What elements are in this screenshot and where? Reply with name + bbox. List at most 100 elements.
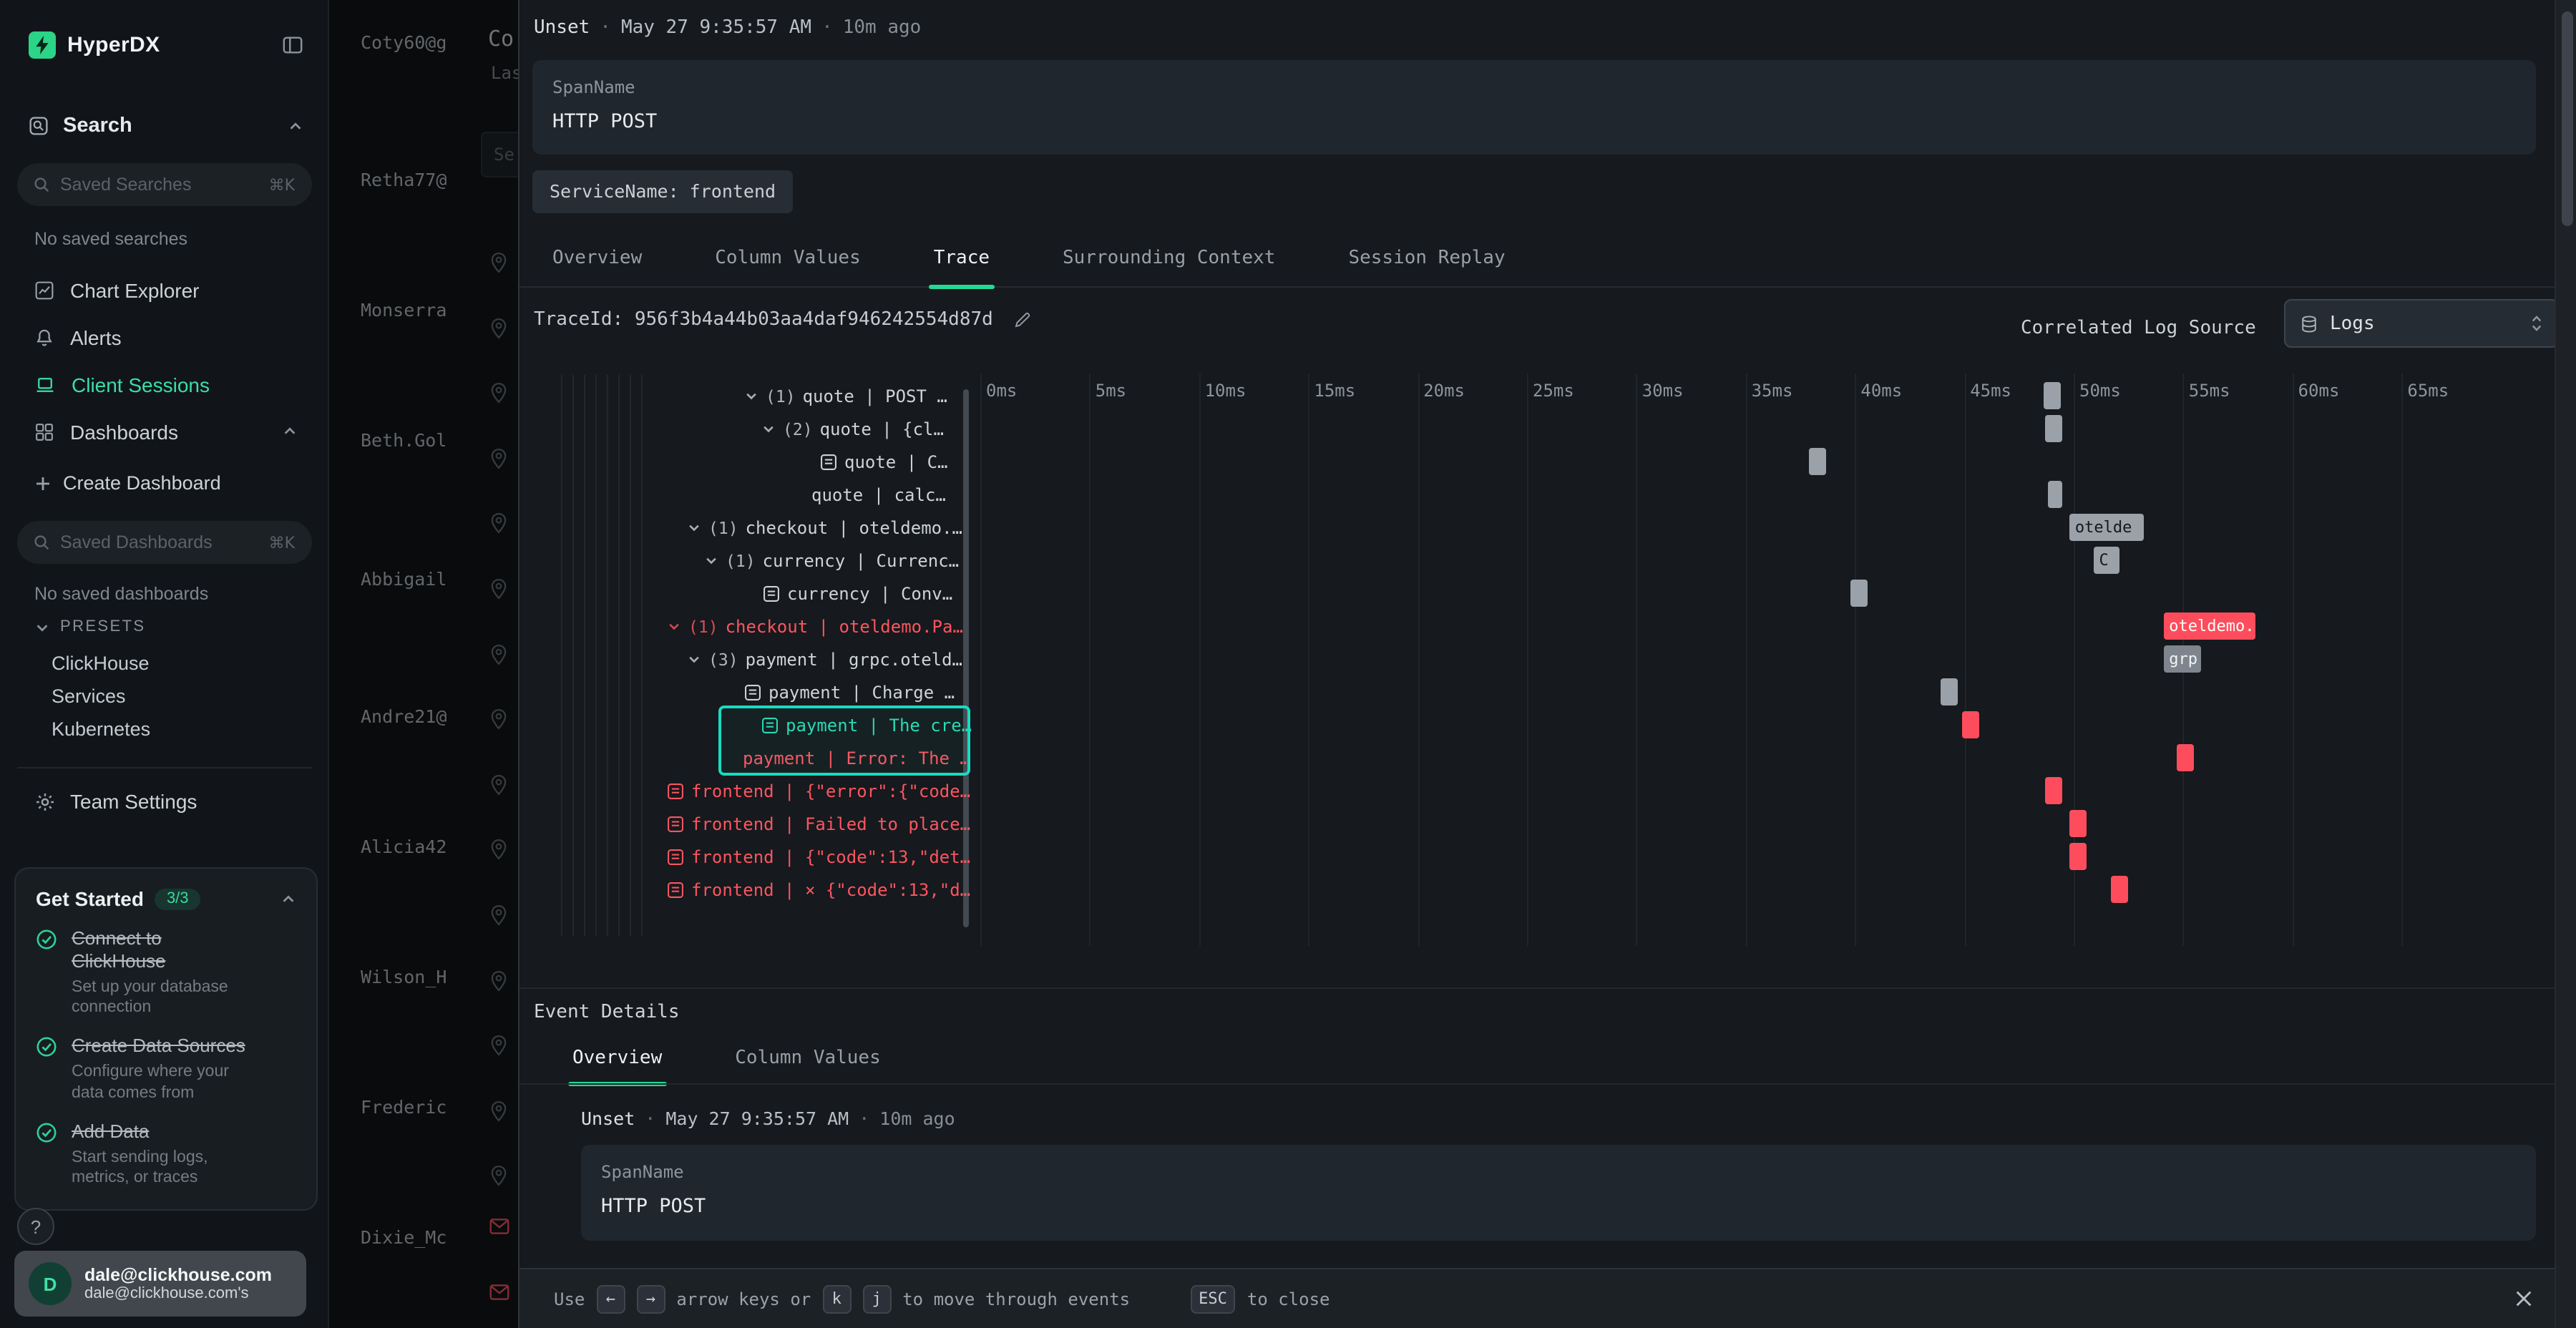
event-datetime: May 27 9:35:57 AM bbox=[621, 17, 811, 39]
help-button[interactable]: ? bbox=[17, 1208, 54, 1245]
span-duration-bar[interactable] bbox=[2069, 810, 2087, 837]
user-tooltip[interactable]: D dale@clickhouse.com dale@clickhouse.co… bbox=[14, 1251, 306, 1317]
sidebar-item-team-settings[interactable]: Team Settings bbox=[34, 790, 197, 813]
span-duration-bar[interactable] bbox=[2111, 876, 2128, 903]
sidebar-item-alerts[interactable]: Alerts bbox=[0, 313, 329, 361]
preset-item-kubernetes[interactable]: Kubernetes bbox=[52, 713, 150, 746]
expand-chevron-icon[interactable] bbox=[667, 619, 681, 633]
tab-surrounding-context[interactable]: Surrounding Context bbox=[1058, 229, 1279, 286]
trace-span-row[interactable]: (1)checkout | oteldemo.… bbox=[687, 511, 962, 544]
tab-session-replay[interactable]: Session Replay bbox=[1344, 229, 1509, 286]
span-duration-bar[interactable] bbox=[2177, 744, 2194, 771]
create-dashboard-label: Create Dashboard bbox=[63, 472, 221, 494]
sidebar-item-chart-explorer[interactable]: Chart Explorer bbox=[0, 266, 329, 313]
tab-column-values[interactable]: Column Values bbox=[711, 229, 865, 286]
avatar: D bbox=[29, 1262, 72, 1305]
trace-span-row[interactable]: frontend | {"error":{"code… bbox=[667, 774, 970, 807]
sidebar-section-search[interactable]: Search bbox=[29, 114, 303, 137]
get-started-items: Connect to ClickHouseSet up your databas… bbox=[36, 927, 296, 1188]
span-duration-bar[interactable]: C bbox=[2094, 547, 2120, 574]
trace-span-row[interactable]: frontend | {"code":13,"det… bbox=[667, 840, 970, 873]
time-tick-label: 35ms bbox=[1752, 381, 1793, 401]
sidebar-item-client-sessions[interactable]: Client Sessions bbox=[0, 361, 329, 408]
create-dashboard-button[interactable]: Create Dashboard bbox=[34, 472, 221, 494]
trace-span-row[interactable]: (2)quote | {cl… bbox=[761, 412, 944, 445]
trace-span-row[interactable]: currency | Conv… bbox=[763, 577, 952, 610]
trace-span-row[interactable]: payment | Error: The … bbox=[743, 741, 970, 774]
correlated-log-source-label: Correlated Log Source bbox=[2021, 318, 2256, 339]
expand-chevron-icon[interactable] bbox=[704, 553, 718, 567]
log-source-select[interactable]: Logs bbox=[2284, 299, 2559, 348]
trace-span-row[interactable]: (1)currency | Currenc… bbox=[704, 544, 959, 577]
expand-chevron-icon[interactable] bbox=[744, 389, 758, 403]
footer-use-label: Use bbox=[554, 1289, 585, 1309]
trace-span-row[interactable]: frontend | × {"code":13,"d… bbox=[667, 873, 970, 906]
time-tick-label: 40ms bbox=[1860, 381, 1902, 401]
get-started-item[interactable]: Create Data SourcesConfigure where your … bbox=[36, 1035, 296, 1103]
chevron-up-icon[interactable] bbox=[282, 424, 298, 439]
get-started-item[interactable]: Connect to ClickHouseSet up your databas… bbox=[36, 927, 296, 1018]
trace-span-row[interactable]: quote | C… bbox=[820, 445, 948, 478]
get-started-card: Get Started 3/3 Connect to ClickHouseSet… bbox=[14, 867, 318, 1211]
scrollbar-thumb[interactable] bbox=[2562, 11, 2573, 226]
trace-span-row[interactable]: payment | Charge … bbox=[744, 675, 955, 708]
expand-chevron-icon[interactable] bbox=[687, 652, 701, 666]
trace-id-text: TraceId: 956f3b4a44b03aa4daf946242554d87… bbox=[534, 309, 993, 331]
span-name-card: SpanName HTTP POST bbox=[532, 60, 2536, 155]
tab-trace[interactable]: Trace bbox=[930, 229, 994, 286]
event-time-ago: 10m ago bbox=[879, 1108, 955, 1129]
tab-column-values[interactable]: Column Values bbox=[731, 1033, 885, 1083]
sidebar-item-dashboards[interactable]: Dashboards bbox=[0, 408, 329, 455]
child-count: (1) bbox=[688, 616, 718, 636]
span-duration-bar[interactable]: oteldemo. bbox=[2163, 612, 2255, 640]
collapse-sidebar-icon[interactable] bbox=[282, 34, 303, 55]
span-duration-bar[interactable] bbox=[2069, 843, 2087, 870]
edit-pencil-icon[interactable] bbox=[1013, 311, 1032, 329]
time-gridline bbox=[1199, 374, 1201, 946]
tree-indent-guide bbox=[618, 375, 620, 936]
log-event-icon bbox=[667, 881, 684, 898]
trace-span-row[interactable]: (1)checkout | oteldemo.Pa… bbox=[667, 610, 963, 643]
service-name-chip[interactable]: ServiceName: frontend bbox=[532, 170, 793, 213]
child-count: (1) bbox=[726, 550, 756, 570]
chevron-up-icon[interactable] bbox=[280, 891, 296, 907]
close-icon[interactable] bbox=[2513, 1288, 2534, 1309]
trace-span-row[interactable]: (3)payment | grpc.oteld… bbox=[687, 643, 962, 675]
span-duration-bar[interactable] bbox=[2043, 382, 2060, 409]
saved-dashboards-input[interactable]: Saved Dashboards ⌘K bbox=[17, 521, 312, 564]
time-tick-label: 55ms bbox=[2189, 381, 2230, 401]
chevron-up-icon[interactable] bbox=[288, 118, 303, 134]
span-duration-bar[interactable] bbox=[2045, 777, 2062, 804]
span-duration-bar[interactable] bbox=[2047, 481, 2062, 508]
span-duration-bar[interactable]: otelde bbox=[2069, 514, 2144, 541]
no-saved-dashboards-text: No saved dashboards bbox=[34, 584, 208, 604]
time-tick-label: 25ms bbox=[1533, 381, 1574, 401]
span-duration-bar[interactable] bbox=[2045, 415, 2062, 442]
trace-span-row[interactable]: payment | The cre… bbox=[761, 708, 972, 741]
tree-indent-guide bbox=[630, 375, 631, 936]
span-duration-bar[interactable] bbox=[1850, 580, 1868, 607]
check-circle-icon bbox=[36, 929, 57, 950]
span-duration-bar[interactable]: grp bbox=[2163, 645, 2200, 673]
expand-chevron-icon[interactable] bbox=[761, 421, 776, 436]
event-header: Unset·May 27 9:35:57 AM·10m ago bbox=[534, 17, 921, 39]
trace-span-row[interactable]: frontend | Failed to place… bbox=[667, 807, 970, 840]
get-started-item[interactable]: Add DataStart sending logs, metrics, or … bbox=[36, 1120, 296, 1188]
event-datetime: May 27 9:35:57 AM bbox=[665, 1108, 849, 1129]
trace-span-row[interactable]: (1)quote | POST … bbox=[744, 379, 947, 412]
preset-item-clickhouse[interactable]: ClickHouse bbox=[52, 647, 150, 680]
span-duration-bar[interactable] bbox=[1809, 448, 1826, 475]
bell-icon bbox=[34, 327, 54, 347]
tab-overview[interactable]: Overview bbox=[568, 1033, 666, 1083]
preset-item-services[interactable]: Services bbox=[52, 680, 150, 713]
get-started-header[interactable]: Get Started 3/3 bbox=[36, 887, 296, 910]
trace-span-row[interactable]: quote | calc… bbox=[811, 478, 946, 511]
span-duration-bar[interactable] bbox=[1941, 678, 1958, 706]
tree-indent-guide bbox=[607, 375, 608, 936]
expand-chevron-icon[interactable] bbox=[687, 520, 701, 534]
span-duration-bar[interactable] bbox=[1962, 711, 1979, 738]
time-tick-label: 60ms bbox=[2298, 381, 2340, 401]
presets-toggle[interactable]: PRESETS bbox=[34, 618, 146, 635]
saved-searches-input[interactable]: Saved Searches ⌘K bbox=[17, 163, 312, 206]
tab-overview[interactable]: Overview bbox=[548, 229, 646, 286]
